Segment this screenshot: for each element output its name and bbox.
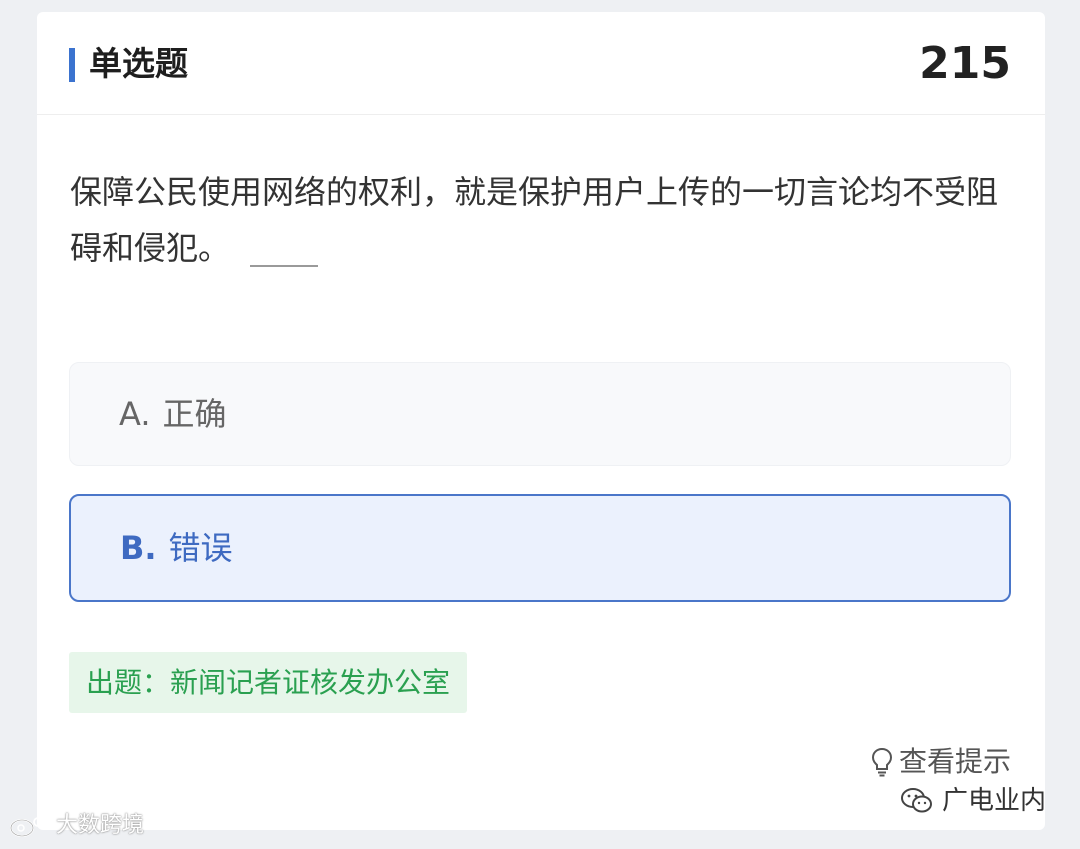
question-source-tag: 出题：新闻记者证核发办公室: [69, 652, 468, 713]
watermark-left-text: 大数跨境: [56, 813, 145, 838]
view-hint-button[interactable]: 查看提示: [871, 742, 1011, 782]
option-b-selected[interactable]: B. 错误: [69, 494, 1011, 602]
question-text-block: 保障公民使用网络的权利，就是保护用户上传的一切言论均不受阻碍和侵犯。: [70, 164, 1020, 276]
watermark-right-text: 广电业内: [941, 786, 1046, 816]
weibo-icon: [10, 817, 52, 837]
answer-blank: [250, 265, 319, 267]
option-b-text: 错误: [168, 529, 233, 567]
option-a-letter: A.: [119, 395, 151, 433]
wechat-icon: [900, 788, 932, 813]
question-card: 单选题 215 保障公民使用网络的权利，就是保护用户上传的一切言论均不受阻碍和侵…: [37, 12, 1045, 830]
view-hint-label: 查看提示: [898, 745, 1011, 778]
question-text: 保障公民使用网络的权利，就是保护用户上传的一切言论均不受阻碍和侵犯。: [70, 173, 999, 267]
question-type-title: 单选题: [89, 44, 188, 83]
option-a[interactable]: A. 正确: [69, 362, 1011, 466]
header-accent-bar: [69, 48, 75, 82]
watermark-left: 大数跨境: [8, 810, 144, 842]
watermark-right: 广电业内: [900, 782, 1046, 820]
card-header: 单选题 215: [37, 12, 1045, 115]
option-a-text: 正确: [162, 395, 227, 433]
option-b-letter: B.: [120, 529, 157, 567]
lightbulb-icon: [871, 747, 892, 777]
question-number: 215: [919, 38, 1011, 89]
